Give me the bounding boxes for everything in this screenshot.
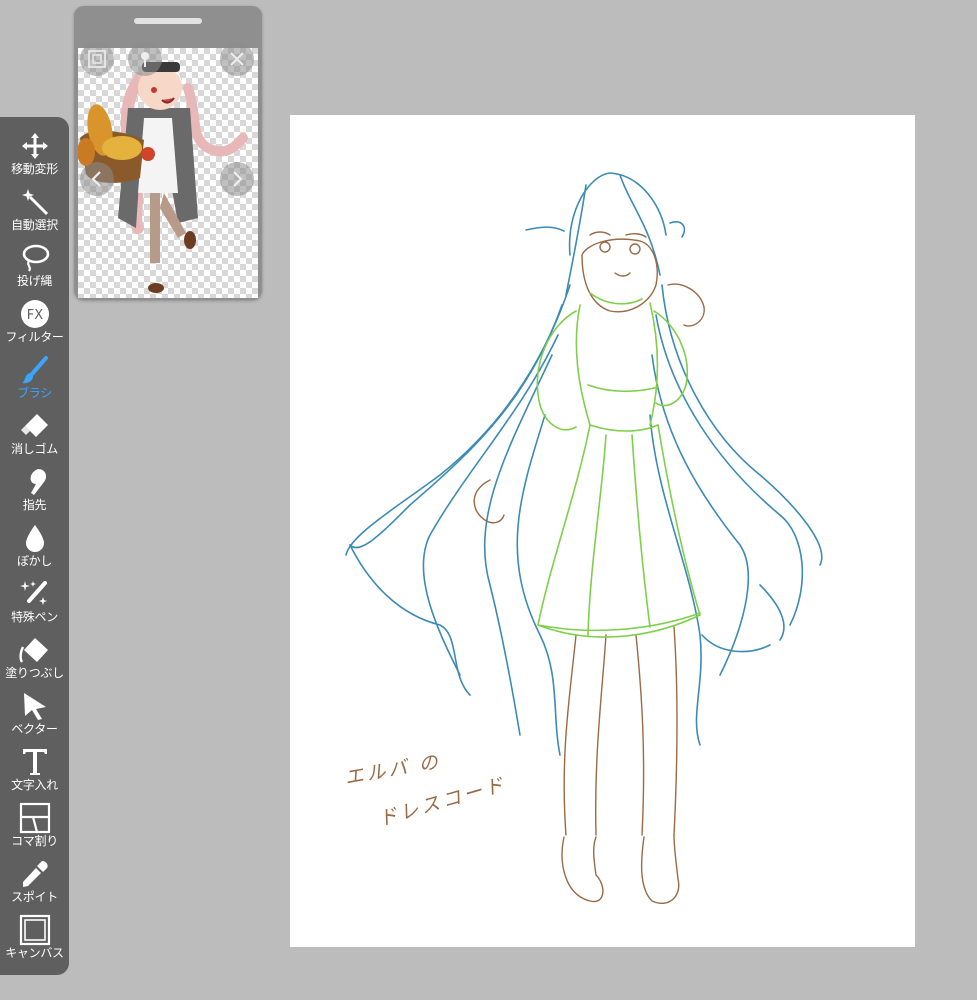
tool-eyedropper[interactable]: スポイト <box>0 855 69 911</box>
tool-label: ぼかし <box>16 554 53 568</box>
tool-move-transform[interactable]: 移動変形 <box>0 127 69 183</box>
tool-canvas[interactable]: キャンバス <box>0 911 69 967</box>
pin-icon <box>141 52 149 67</box>
pin-button[interactable] <box>128 42 162 76</box>
tool-label: コマ割り <box>11 834 58 848</box>
tool-eraser[interactable]: 消しゴム <box>0 407 69 463</box>
tool-text[interactable]: 文字入れ <box>0 743 69 799</box>
finger-icon <box>30 469 46 495</box>
tool-brush[interactable]: ブラシ <box>0 351 69 407</box>
tool-label: 文字入れ <box>11 778 58 792</box>
move-arrows-icon <box>21 133 48 159</box>
tool-label: ベクター <box>11 722 58 736</box>
tool-filter[interactable]: FX フィルター <box>0 295 69 351</box>
tool-vector[interactable]: ベクター <box>0 687 69 743</box>
dress-strokes <box>536 292 701 638</box>
tool-label: 消しゴム <box>11 442 58 456</box>
bucket-icon <box>18 638 48 663</box>
tool-label: 自動選択 <box>11 218 58 232</box>
tool-label: キャンバス <box>5 946 64 960</box>
tool-bar: 移動変形 自動選択 投げ縄 FX フィルター ブラシ 消しゴム 指先 ぼかし 特… <box>0 117 69 975</box>
brush-icon <box>21 356 48 384</box>
tool-label: スポイト <box>11 890 58 904</box>
drawing-canvas[interactable]: エルバ の ドレスコード <box>290 115 915 947</box>
tool-fill[interactable]: 塗りつぶし <box>0 631 69 687</box>
previous-button[interactable] <box>80 162 114 196</box>
tool-lasso[interactable]: 投げ縄 <box>0 239 69 295</box>
fx-icon: FX <box>20 300 49 328</box>
magic-wand-icon <box>21 189 48 216</box>
tool-blur[interactable]: ぼかし <box>0 519 69 575</box>
text-t-icon <box>22 749 47 775</box>
hair-strokes <box>345 172 823 756</box>
tool-special-pen[interactable]: 特殊ペン <box>0 575 69 631</box>
skin-strokes <box>473 231 705 904</box>
next-button[interactable] <box>220 162 254 196</box>
panels-icon <box>19 802 50 834</box>
tool-frame-divider[interactable]: コマ割り <box>0 799 69 855</box>
next-icon <box>233 171 243 187</box>
svg-text:FX: FX <box>26 308 42 323</box>
drop-icon <box>25 525 44 552</box>
canvas-icon <box>19 914 50 946</box>
tool-label: フィルター <box>5 330 64 344</box>
lasso-icon <box>22 244 49 272</box>
cursor-arrow-icon <box>23 693 46 720</box>
close-button[interactable] <box>220 42 254 76</box>
tool-smudge[interactable]: 指先 <box>0 463 69 519</box>
tool-label: 投げ縄 <box>16 274 53 288</box>
tool-magic-wand[interactable]: 自動選択 <box>0 183 69 239</box>
eraser-icon <box>20 414 48 437</box>
close-icon <box>230 52 244 66</box>
prev-icon <box>91 171 101 187</box>
tool-label: 塗りつぶし <box>5 666 64 680</box>
fit-button[interactable] <box>80 42 114 76</box>
reference-window[interactable] <box>74 6 262 300</box>
reference-drag-handle[interactable] <box>134 18 202 24</box>
tool-label: 指先 <box>22 498 47 512</box>
eyedropper-icon <box>22 861 48 887</box>
tool-label: ブラシ <box>17 386 52 400</box>
fit-icon <box>88 50 106 68</box>
sparkle-pen-icon <box>19 581 47 605</box>
tool-label: 特殊ペン <box>11 610 58 624</box>
tool-label: 移動変形 <box>11 162 58 176</box>
